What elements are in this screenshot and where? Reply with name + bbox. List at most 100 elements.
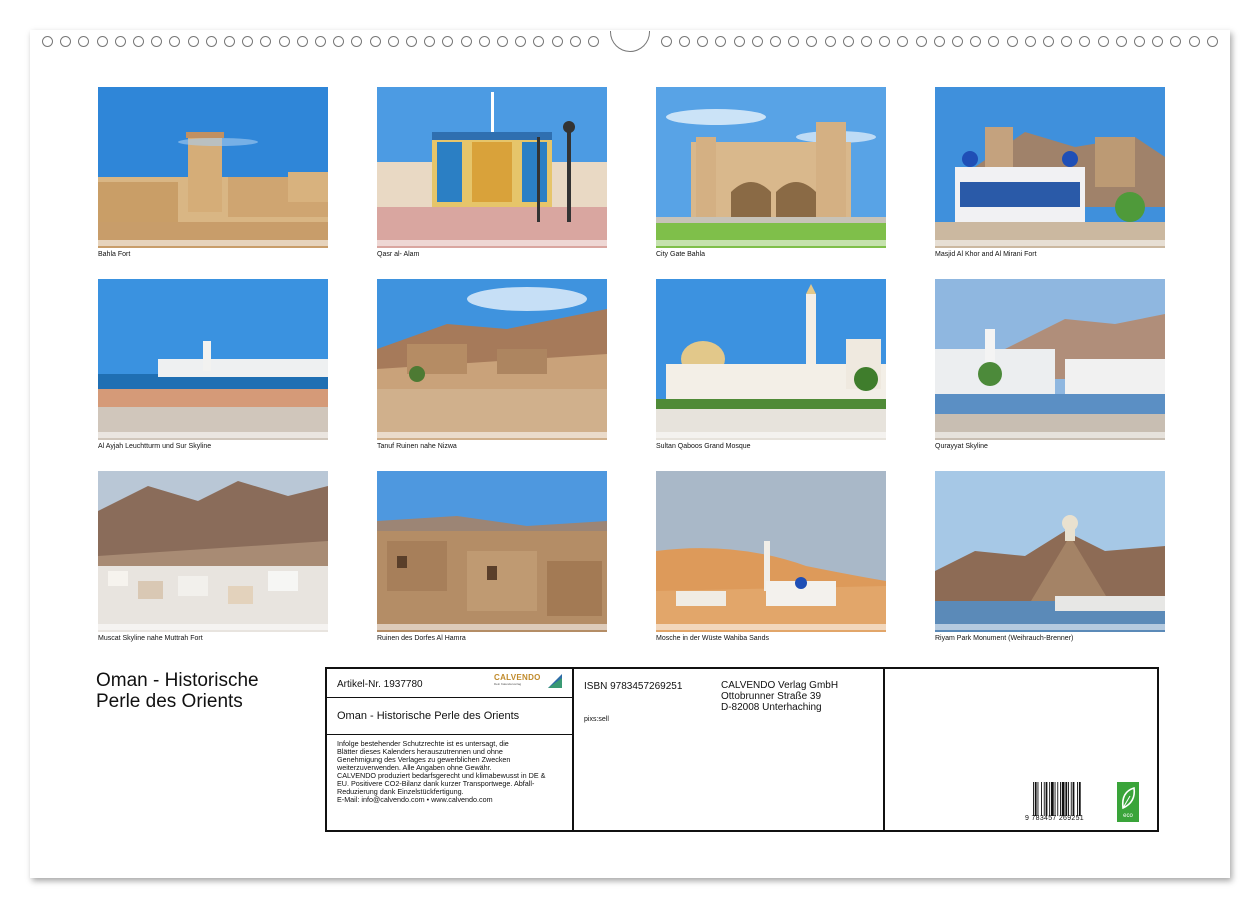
binding-ring (551, 36, 563, 47)
binding-ring (42, 36, 53, 47)
binding-ring (278, 36, 290, 47)
binding-ring (733, 36, 745, 47)
eco-label: eco (1123, 813, 1133, 819)
photo-card-al-ayjah: Al Ayjah Leuchtturm und Sur Skyline (98, 279, 328, 451)
binding-ring (569, 36, 581, 47)
photo-sultan-qaboos (656, 279, 886, 440)
binding-ring (460, 36, 472, 47)
binding-ring (205, 36, 217, 47)
binding-ring (1097, 36, 1109, 47)
barcode-icon (1033, 782, 1081, 816)
binding-ring (1134, 36, 1145, 47)
binding-ring (442, 36, 454, 47)
legal-line: E-Mail: info@calvendo.com • www.calvendo… (337, 795, 493, 804)
photo-card-al-hamra: Ruinen des Dorfes Al Hamra (377, 471, 607, 643)
info-box: Artikel-Nr. 1937780 CALVENDO Dein Kalend… (325, 667, 1159, 832)
binding-ring (897, 36, 909, 47)
caption: Ruinen des Dorfes Al Hamra (377, 635, 466, 642)
caption: Tanuf Ruinen nahe Nizwa (377, 443, 457, 450)
binding-ring (478, 36, 490, 47)
legal-notice: Infolge bestehender Schutzrechte ist es … (327, 735, 572, 809)
photo-city-gate-bahla (656, 87, 886, 248)
caption: Sultan Qaboos Grand Mosque (656, 443, 751, 450)
barcode-digits: 9 783457 269251 (1025, 815, 1084, 822)
publisher-city: D-82008 Unterhaching (721, 702, 822, 713)
binding-ring (96, 36, 108, 47)
binding-ring (879, 36, 891, 47)
photo-tanuf (377, 279, 607, 440)
caption: Qasr al- Alam (377, 251, 420, 258)
binding-ring (1188, 36, 1200, 47)
binding-ring (315, 36, 326, 47)
binding-ring (824, 36, 836, 47)
photo-card-sultan-qaboos: Sultan Qaboos Grand Mosque (656, 279, 886, 451)
photo-masjid-al-khor (935, 87, 1165, 248)
photo-qasr-al-alam (377, 87, 607, 248)
binding-ring (533, 36, 545, 47)
binding-ring (970, 36, 982, 47)
calendar-page: Bahla Fort Qasr al- Alam City Gate Bahla… (30, 30, 1230, 878)
binding-ring (114, 36, 126, 47)
caption: Al Ayjah Leuchtturm und Sur Skyline (98, 443, 212, 450)
photo-card-qurayyat: Qurayyat Skyline (935, 279, 1165, 451)
article-row: Artikel-Nr. 1937780 CALVENDO Dein Kalend… (327, 669, 572, 698)
title-line-2: Perle des Orients (96, 691, 243, 712)
isbn: ISBN 9783457269251 (584, 681, 683, 692)
small-title: Oman - Historische Perle des Orients (337, 710, 520, 722)
document-title: Oman - Historische Perle des Orients (96, 670, 316, 712)
photo-card-muscat: Muscat Skyline nahe Muttrah Fort (98, 471, 328, 643)
spiral-binding (30, 31, 1230, 52)
caption: Muscat Skyline nahe Muttrah Fort (98, 635, 203, 642)
binding-ring (224, 36, 235, 47)
binding-ring (788, 36, 800, 47)
article-number: Artikel-Nr. 1937780 (337, 679, 423, 690)
binding-ring (406, 36, 417, 47)
publisher-street: Ottobrunner Straße 39 (721, 691, 822, 702)
photo-muscat (98, 471, 328, 632)
binding-ring (915, 36, 927, 47)
caption: City Gate Bahla (656, 251, 706, 258)
calvendo-logo: CALVENDO Dein Kalenderverlag (494, 673, 562, 693)
caption: Riyam Park Monument (Weihrauch-Brenner) (935, 635, 1074, 642)
binding-ring (988, 36, 1000, 47)
info-column-middle: ISBN 9783457269251 CALVENDO Verlag GmbH … (574, 669, 885, 830)
eco-badge: eco (1117, 782, 1139, 822)
photo-card-masjid-al-khor: Masjid Al Khor and Al Mirani Fort (935, 87, 1165, 259)
title-line-1: Oman - Historische (96, 670, 259, 691)
binding-ring (952, 36, 963, 47)
binding-ring (424, 36, 436, 47)
photographer-credit: pixs:sell (584, 716, 609, 723)
photo-bahla-fort (98, 87, 328, 248)
calendar-mark-icon (548, 674, 562, 688)
photo-card-tanuf: Tanuf Ruinen nahe Nizwa (377, 279, 607, 451)
binding-ring (588, 36, 599, 47)
binding-ring (133, 36, 144, 47)
info-column-left: Artikel-Nr. 1937780 CALVENDO Dein Kalend… (327, 669, 574, 830)
binding-ring (296, 36, 308, 47)
binding-ring (1024, 36, 1036, 47)
binding-ring (169, 36, 181, 47)
binding-ring (1206, 36, 1218, 47)
binding-ring (660, 36, 672, 47)
binding-ring (242, 36, 254, 47)
binding-ring (187, 36, 199, 47)
binding-ring (78, 36, 90, 47)
photo-card-wahiba: Mosche in der Wüste Wahiba Sands (656, 471, 886, 643)
binding-ring (1152, 36, 1164, 47)
caption: Mosche in der Wüste Wahiba Sands (656, 635, 769, 642)
photo-riyam (935, 471, 1165, 632)
binding-ring (1043, 36, 1054, 47)
binding-ring (333, 36, 345, 47)
caption: Masjid Al Khor and Al Mirani Fort (935, 251, 1037, 258)
binding-ring (697, 36, 709, 47)
publisher-name: CALVENDO Verlag GmbH (721, 680, 839, 691)
hanger-hook (610, 31, 650, 52)
binding-ring (1061, 36, 1073, 47)
binding-ring (933, 36, 945, 47)
photo-wahiba (656, 471, 886, 632)
caption: Qurayyat Skyline (935, 443, 988, 450)
binding-ring (770, 36, 781, 47)
binding-ring (497, 36, 508, 47)
binding-ring (1115, 36, 1127, 47)
binding-ring (351, 36, 363, 47)
